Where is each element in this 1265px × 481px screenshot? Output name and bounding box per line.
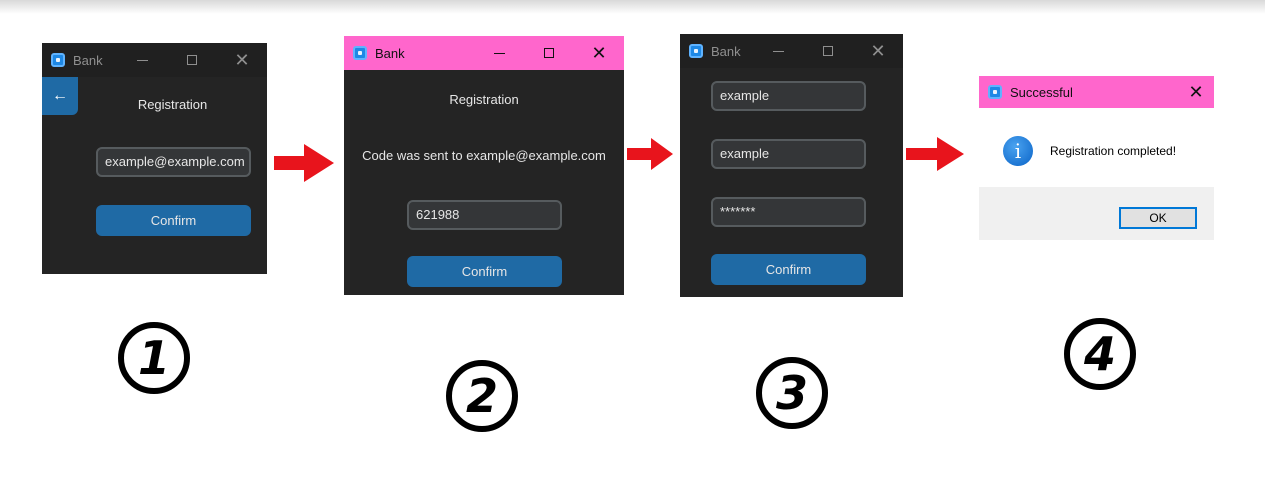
minimize-button[interactable] xyxy=(117,43,167,77)
minimize-button[interactable] xyxy=(474,36,524,70)
password-field[interactable]: ******* xyxy=(711,197,866,227)
close-button[interactable]: ✕ xyxy=(217,43,267,77)
step3-window: Bank ✕ example example ******* Confirm xyxy=(680,34,903,297)
close-button[interactable]: ✕ xyxy=(853,34,903,68)
registration-heading: Registration xyxy=(449,92,519,107)
bank-app-icon xyxy=(988,85,1002,99)
window-title: Bank xyxy=(375,45,405,61)
code-sent-message: Code was sent to example@example.com xyxy=(362,148,606,163)
bank-app-icon xyxy=(51,53,65,67)
window-title: Bank xyxy=(711,43,741,59)
ok-button[interactable]: OK xyxy=(1119,207,1197,229)
step1-window: Bank ✕ ← Registration example@example.co… xyxy=(42,43,267,274)
step3-titlebar: Bank ✕ xyxy=(680,34,903,68)
maximize-button[interactable] xyxy=(167,43,217,77)
dialog-titlebar: Successful ✕ xyxy=(979,76,1214,108)
red-right-arrow-icon xyxy=(627,138,673,170)
dialog-body: i Registration completed! xyxy=(979,108,1214,187)
confirm-button[interactable]: Confirm xyxy=(711,254,866,285)
dialog-title: Successful xyxy=(1010,84,1073,100)
window-controls: ✕ xyxy=(474,36,624,70)
maximize-button[interactable] xyxy=(803,34,853,68)
confirm-button[interactable]: Confirm xyxy=(407,256,562,287)
success-dialog: Successful ✕ i Registration completed! O… xyxy=(979,76,1214,240)
maximize-button[interactable] xyxy=(524,36,574,70)
email-field[interactable]: example@example.com xyxy=(96,147,251,177)
close-button[interactable]: ✕ xyxy=(574,36,624,70)
dialog-footer: OK xyxy=(979,187,1214,240)
step-number-1: 1 xyxy=(118,322,190,394)
top-shadow xyxy=(0,0,1265,14)
window-title: Bank xyxy=(73,52,103,68)
step-number-2: 2 xyxy=(446,360,518,432)
confirm-button[interactable]: Confirm xyxy=(96,205,251,236)
minimize-button[interactable] xyxy=(753,34,803,68)
red-right-arrow-icon xyxy=(906,137,964,171)
window-controls: ✕ xyxy=(753,34,903,68)
close-button[interactable]: ✕ xyxy=(1178,76,1214,108)
step-number-3: 3 xyxy=(756,357,828,429)
dialog-message: Registration completed! xyxy=(1050,144,1177,158)
info-icon: i xyxy=(1003,136,1033,166)
step2-window: Bank ✕ Registration Code was sent to exa… xyxy=(344,36,624,295)
window-controls: ✕ xyxy=(117,43,267,77)
step2-titlebar: Bank ✕ xyxy=(344,36,624,70)
red-right-arrow-icon xyxy=(274,144,334,182)
bank-app-icon xyxy=(353,46,367,60)
bank-app-icon xyxy=(689,44,703,58)
dialog-controls: ✕ xyxy=(1178,76,1214,108)
verification-code-field[interactable]: 621988 xyxy=(407,200,562,230)
step-number-4: 4 xyxy=(1064,318,1136,390)
step1-titlebar: Bank ✕ xyxy=(42,43,267,77)
first-name-field[interactable]: example xyxy=(711,81,866,111)
registration-heading: Registration xyxy=(137,97,208,112)
last-name-field[interactable]: example xyxy=(711,139,866,169)
